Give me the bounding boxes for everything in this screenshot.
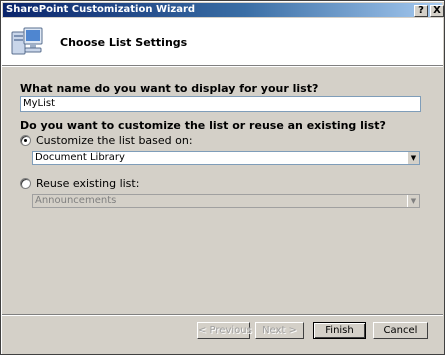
list-template-value: Document Library bbox=[35, 152, 125, 163]
reuse-radio-row[interactable]: Reuse existing list: bbox=[20, 177, 139, 190]
close-button[interactable]: X bbox=[430, 5, 444, 17]
cancel-button[interactable]: Cancel bbox=[373, 322, 428, 339]
list-template-select[interactable]: Document Library ▼ bbox=[32, 151, 420, 165]
existing-list-select: Announcements ▼ bbox=[32, 194, 420, 208]
footer-divider-highlight bbox=[2, 315, 443, 316]
customize-question-label: Do you want to customize the list or reu… bbox=[20, 119, 386, 132]
wizard-window: SharePoint Customization Wizard ? X Choo… bbox=[0, 0, 445, 355]
previous-button[interactable]: < Previous bbox=[197, 322, 252, 339]
title-bar[interactable]: SharePoint Customization Wizard ? X bbox=[3, 3, 444, 17]
reuse-radio-label: Reuse existing list: bbox=[36, 177, 140, 190]
reuse-radio[interactable] bbox=[20, 178, 31, 189]
existing-list-value: Announcements bbox=[35, 195, 117, 206]
list-name-input[interactable]: MyList bbox=[20, 96, 421, 112]
chevron-down-icon[interactable]: ▼ bbox=[407, 152, 419, 164]
computer-icon bbox=[11, 27, 43, 55]
customize-radio-row[interactable]: Customize the list based on: bbox=[20, 134, 193, 147]
next-button[interactable]: Next > bbox=[255, 322, 304, 339]
window-title: SharePoint Customization Wizard bbox=[6, 4, 196, 15]
wizard-header: Choose List Settings bbox=[2, 18, 443, 66]
page-title: Choose List Settings bbox=[60, 36, 188, 49]
chevron-down-icon: ▼ bbox=[407, 195, 419, 207]
customize-radio-label: Customize the list based on: bbox=[36, 134, 193, 147]
list-name-label: What name do you want to display for you… bbox=[20, 82, 319, 95]
customize-radio[interactable] bbox=[20, 135, 31, 146]
header-divider bbox=[2, 66, 443, 67]
finish-button[interactable]: Finish bbox=[313, 322, 366, 339]
help-button[interactable]: ? bbox=[414, 5, 428, 17]
